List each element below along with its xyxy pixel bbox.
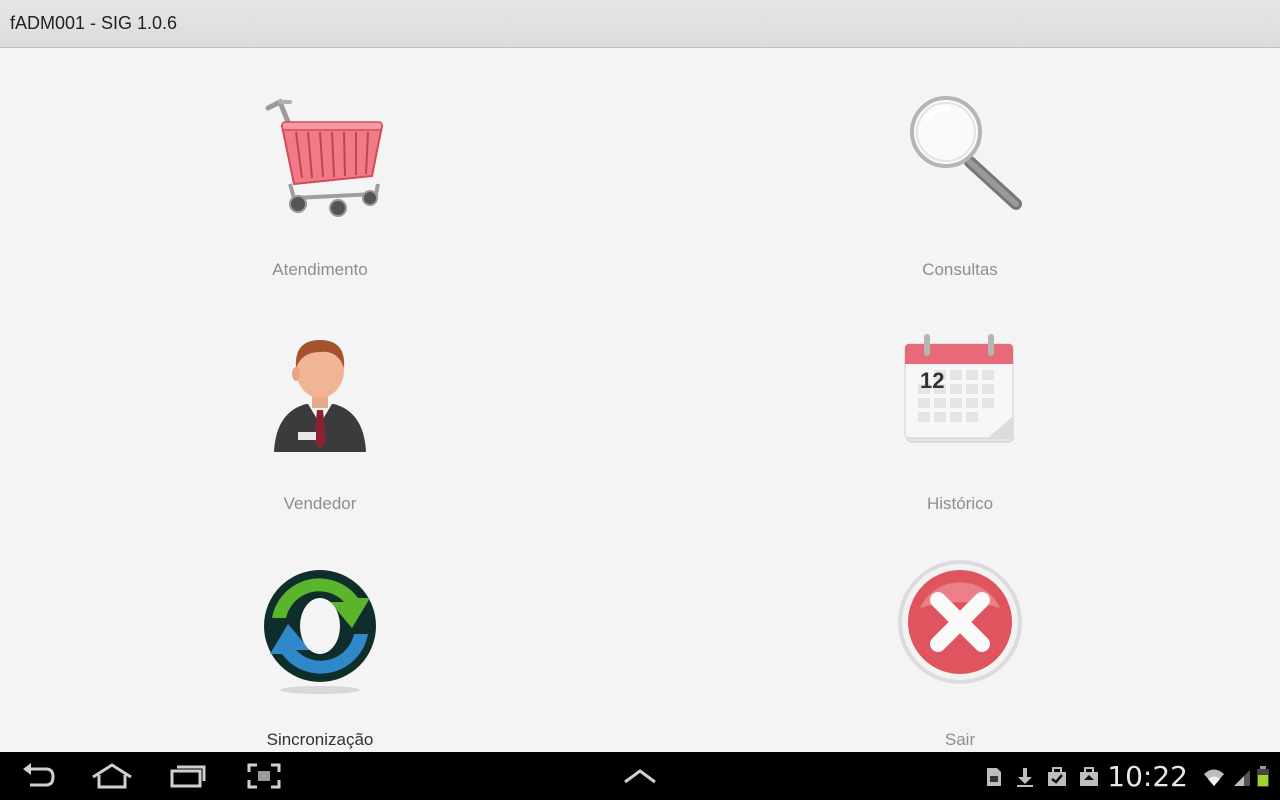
back-icon xyxy=(23,763,55,787)
menu-item-vendedor[interactable]: Vendedor xyxy=(200,324,440,544)
signal-icon xyxy=(1232,766,1254,788)
sync-icon xyxy=(250,558,390,698)
screenshot-button[interactable] xyxy=(240,760,288,792)
menu-item-historico[interactable]: 12 Histórico xyxy=(840,324,1080,544)
calendar-icon: 12 xyxy=(890,324,1030,464)
menu-label: Histórico xyxy=(926,494,994,513)
menu-label: Consultas xyxy=(922,260,998,279)
home-button[interactable] xyxy=(88,760,136,792)
calendar-day: 12 xyxy=(920,368,945,393)
menu-item-sincronizacao[interactable]: Sincronização xyxy=(200,558,440,778)
chevron-up-icon xyxy=(624,769,656,784)
recent-apps-button[interactable] xyxy=(164,760,212,792)
menu-label: Vendedor xyxy=(283,494,357,513)
app-title: fADM001 - SIG 1.0.6 xyxy=(10,13,178,33)
back-button[interactable] xyxy=(14,760,62,792)
salesman-icon xyxy=(250,324,390,464)
bag-upload-icon xyxy=(1078,766,1100,788)
download-icon xyxy=(1014,766,1036,788)
action-bar: fADM001 - SIG 1.0.6 xyxy=(0,0,1280,48)
menu-item-sair[interactable]: Sair xyxy=(840,558,1080,778)
home-icon xyxy=(92,763,132,789)
bag-check-icon xyxy=(1046,766,1068,788)
battery-icon xyxy=(1256,766,1278,788)
menu-label: Sair xyxy=(944,730,976,749)
shopping-cart-icon xyxy=(250,90,390,230)
sd-card-icon xyxy=(982,766,1004,788)
wifi-icon xyxy=(1202,766,1224,788)
close-icon xyxy=(890,558,1030,698)
menu-label: Sincronização xyxy=(266,730,374,749)
menu-item-consultas[interactable]: Consultas xyxy=(840,90,1080,310)
main-menu-grid: Atendimento Consultas Vendedor 12 Histór… xyxy=(0,48,1280,752)
magnifier-icon xyxy=(890,90,1030,230)
status-clock: 10:22 xyxy=(1107,760,1188,793)
menu-item-atendimento[interactable]: Atendimento xyxy=(200,90,440,310)
screenshot-icon xyxy=(247,763,281,789)
recent-apps-icon xyxy=(170,765,206,788)
system-navigation-bar: 10:22 xyxy=(0,752,1280,800)
expand-panel-button[interactable] xyxy=(616,760,664,792)
menu-label: Atendimento xyxy=(272,260,368,279)
